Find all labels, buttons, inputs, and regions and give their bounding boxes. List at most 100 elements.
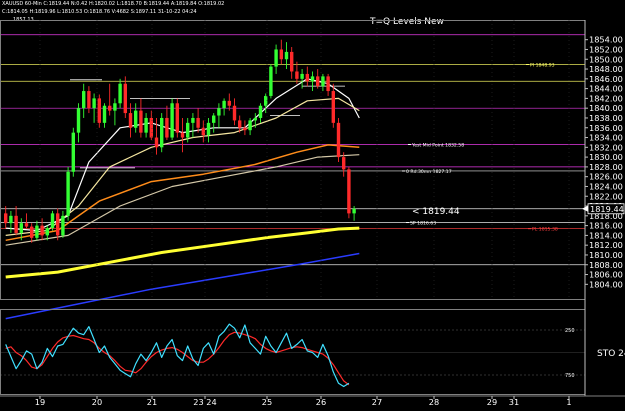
candle-body [227, 100, 231, 106]
candle-body [165, 117, 169, 138]
candle-body [186, 122, 190, 138]
candle-body [300, 73, 304, 79]
price-tick-label: 1846.00 [589, 74, 623, 84]
candle-body [71, 132, 75, 172]
candle-body [9, 215, 13, 224]
candle-body [258, 105, 263, 118]
candle-body [118, 83, 122, 104]
candle-body [134, 110, 138, 128]
candle-body [35, 225, 39, 238]
candle-body [160, 117, 164, 148]
price-tick-label: 1842.00 [589, 93, 623, 103]
last-price-label: 1819.44 [590, 204, 624, 214]
price-chart-title: T=Q Levels New [369, 17, 444, 27]
price-tick-label: 1848.00 [589, 64, 623, 74]
time-tick-label: 1 [566, 397, 571, 407]
candle-body [243, 127, 247, 131]
header-line-2: C:1814.05 H:1819.96 L:1810.53 O:1818.76 … [2, 9, 197, 15]
time-tick-label: 26 [316, 397, 326, 407]
candle-body [24, 223, 29, 227]
level-label: PL 1815.38 [532, 227, 558, 233]
candle-body [154, 137, 159, 148]
candle-body [238, 120, 242, 128]
level-label: Yest Mid Point 1832.58 [411, 142, 464, 148]
stochastic-tick-label: 750 [565, 373, 575, 379]
price-tick-label: 1830.00 [589, 152, 623, 162]
price-tick-label: 1832.00 [589, 142, 623, 152]
candle-body [170, 103, 174, 138]
candle-body [310, 76, 315, 82]
level-label: SP 1816.63 [410, 221, 436, 227]
price-tick-label: 1840.00 [589, 103, 623, 113]
candle-body [191, 117, 195, 123]
candle-body [232, 105, 237, 121]
candle-body [149, 117, 153, 138]
candle-body [196, 117, 200, 128]
candle-body [336, 122, 341, 158]
candle-body [347, 169, 351, 214]
price-tick-label: 1828.00 [589, 162, 623, 172]
candle-body [144, 117, 148, 133]
price-tick-label: 1852.00 [589, 44, 623, 54]
candle-body [50, 213, 55, 229]
candle-body [4, 213, 8, 224]
level-label: 0 Rd.30mn 1827.17 [406, 169, 452, 175]
price-tick-label: 1804.00 [589, 279, 623, 289]
time-tick-label: 19 [35, 397, 45, 407]
candle-body [45, 228, 49, 236]
price-tick-label: 1822.00 [589, 191, 623, 201]
chart-root: XAUUSD 60-Min C:1819.44 N:0.42 H:1820.02… [0, 0, 625, 407]
time-tick-label: 27 [372, 397, 382, 407]
candle-body [342, 157, 346, 170]
candle-body [92, 98, 96, 109]
price-tick-label: 1814.00 [589, 230, 623, 240]
candle-body [321, 76, 325, 87]
candle-body [201, 127, 205, 136]
price-tick-label: 1850.00 [589, 54, 623, 64]
candle-body [253, 117, 257, 121]
price-tick-label: 1816.00 [589, 221, 623, 231]
candle-body [61, 215, 65, 236]
candle-body [128, 113, 133, 128]
price-tick-label: 1810.00 [589, 250, 623, 260]
candle-body [56, 213, 60, 236]
candle-body [30, 226, 34, 238]
candle-body [14, 215, 18, 233]
price-tick-label: 1806.00 [589, 270, 623, 280]
candle-body [326, 76, 330, 92]
candle-body [87, 91, 91, 109]
price-tick-label: 1808.00 [589, 260, 623, 270]
candle-body [212, 115, 216, 123]
stochastic-tick-label: 250 [565, 328, 575, 334]
candle-body [274, 49, 278, 67]
level-label: PI 1848.93 [530, 62, 555, 68]
time-tick-label: 23 24 [193, 397, 216, 407]
candle-body [113, 103, 117, 111]
time-tick-label: 31 [509, 397, 519, 407]
price-tick-label: 1824.00 [589, 181, 623, 191]
candle-body [139, 110, 143, 133]
time-tick-label: 25 [262, 397, 272, 407]
candle-body [180, 132, 185, 138]
candle-body [108, 105, 112, 111]
price-tick-label: 1844.00 [589, 84, 623, 94]
candle-body [40, 225, 44, 236]
candle-body [217, 108, 221, 116]
chart-canvas: XAUUSD 60-Min C:1819.44 N:0.42 H:1820.02… [0, 0, 625, 407]
price-tick-label: 1812.00 [589, 240, 623, 250]
candle-body [305, 73, 309, 82]
time-tick-label: 29 [487, 397, 497, 407]
candle-body [284, 51, 289, 60]
time-tick-label: 21 [147, 397, 157, 407]
candle-body [102, 105, 107, 123]
candle-body [206, 122, 211, 136]
candle-body [248, 120, 252, 131]
time-tick-label: 20 [92, 397, 102, 407]
candle-body [331, 91, 335, 123]
candle-body [19, 223, 23, 233]
candle-body [66, 171, 70, 216]
candle-body [222, 100, 226, 109]
candle-body [290, 51, 294, 72]
candle-body [97, 98, 101, 123]
candle-body [175, 103, 179, 133]
